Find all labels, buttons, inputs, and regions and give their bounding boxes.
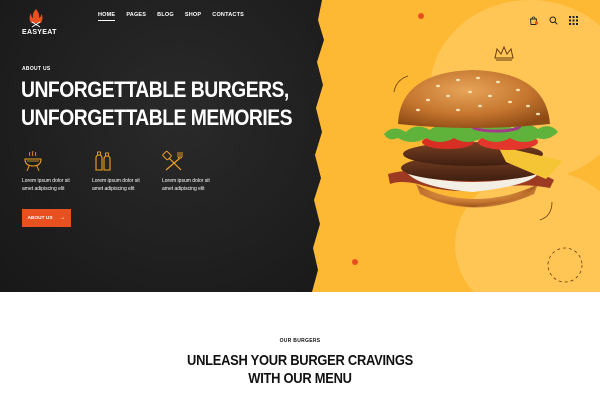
hero-eyebrow: ABOUT US: [22, 66, 51, 72]
feature-item: Lorem ipsum dolor sit amet adipiscing el…: [22, 150, 76, 193]
flame-forks-icon: [29, 9, 43, 28]
menu-section-title-line-2: WITH OUR MENU: [248, 370, 352, 387]
menu-section-title: UNLEASH YOUR BURGER CRAVINGS WITH OUR ME…: [0, 352, 600, 388]
menu-section-title-line-1: UNLEASH YOUR BURGER CRAVINGS: [187, 352, 413, 369]
feature-item: Lorem ipsum dolor sit amet adipiscing el…: [162, 150, 216, 193]
feature-text-line-1: Lorem ipsum dolor sit: [22, 178, 70, 184]
brand-name: EASYEAT: [22, 29, 57, 36]
grid-menu-icon[interactable]: [569, 12, 578, 25]
nav-item-contacts[interactable]: CONTACTS: [212, 12, 244, 18]
hero-title: UNFORGETTABLE BURGERS, UNFORGETTABLE MEM…: [21, 76, 305, 132]
grill-icon: [24, 150, 42, 172]
nav-item-home[interactable]: HOME: [98, 12, 116, 21]
nav-item-pages[interactable]: PAGES: [126, 12, 146, 18]
about-us-button[interactable]: ABOUT US →: [22, 209, 71, 227]
hero-title-line-2: UNFORGETTABLE MEMORIES: [21, 105, 293, 130]
feature-item: Lorem ipsum dolor sit amet adipiscing el…: [92, 150, 146, 193]
hero-features: Lorem ipsum dolor sit amet adipiscing el…: [22, 150, 216, 193]
hero-title-line-1: UNFORGETTABLE BURGERS,: [21, 77, 289, 102]
search-icon[interactable]: [549, 12, 558, 25]
hero-section: EASYEAT HOME PAGES BLOG SHOP CONTACTS AB…: [0, 0, 600, 292]
feature-text-line-2: amet adipiscing elit: [92, 185, 135, 192]
feature-text-line-1: Lorem ipsum dolor sit: [162, 178, 210, 184]
nav-item-blog[interactable]: BLOG: [157, 12, 174, 18]
menu-section-eyebrow: OUR BURGERS: [279, 338, 321, 344]
nav-item-shop[interactable]: SHOP: [185, 12, 201, 18]
dashed-circle-decoration: [547, 247, 583, 283]
main-nav: HOME PAGES BLOG SHOP CONTACTS: [98, 12, 244, 21]
about-us-button-label: ABOUT US: [27, 215, 53, 221]
arrow-right-icon: →: [59, 215, 66, 221]
spatula-fork-icon: [162, 150, 183, 171]
brand-logo[interactable]: EASYEAT: [22, 8, 57, 36]
feature-text-line-1: Lorem ipsum dolor sit: [92, 178, 140, 184]
feature-text-line-2: amet adipiscing elit: [162, 185, 205, 192]
dot-decoration: [418, 13, 424, 19]
burger-image: [384, 70, 563, 208]
sauce-bottles-icon: [95, 151, 111, 171]
dot-decoration: [352, 259, 358, 265]
bag-icon[interactable]: [529, 12, 538, 25]
header-icons: [529, 12, 578, 25]
feature-text-line-2: amet adipiscing elit: [22, 185, 65, 192]
crown-icon: [494, 45, 514, 61]
